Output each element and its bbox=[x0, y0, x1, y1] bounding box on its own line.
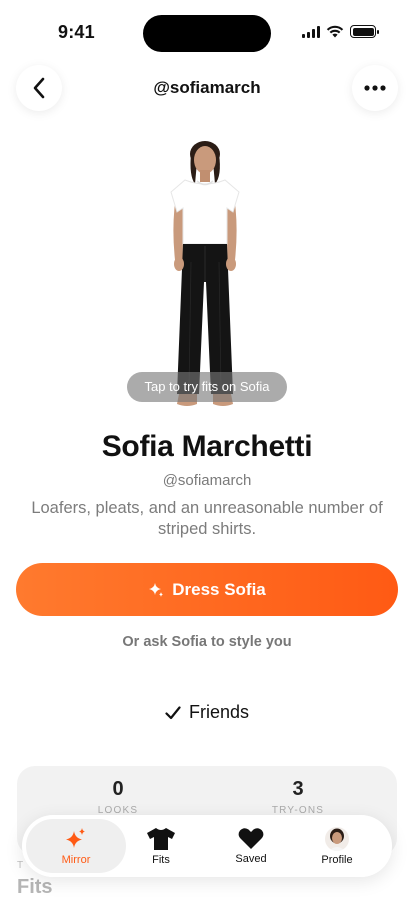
tab-mirror[interactable]: Mirror bbox=[26, 819, 126, 873]
dress-button-label: Dress Sofia bbox=[172, 579, 266, 599]
dynamic-island bbox=[143, 15, 271, 52]
avatar bbox=[325, 826, 349, 851]
sparkles-icon bbox=[66, 827, 85, 848]
profile-handle: @sofiamarch bbox=[162, 472, 252, 489]
avatar-card[interactable]: Tap to try fits on Sofia bbox=[105, 132, 309, 414]
status-icons bbox=[302, 25, 379, 38]
profile-bio: Loafers, pleats, and an unreasonable num… bbox=[31, 499, 383, 538]
tab-saved[interactable]: Saved bbox=[206, 819, 296, 873]
heart-icon bbox=[238, 828, 264, 849]
status-bar: 9:41 bbox=[0, 0, 414, 60]
stat-try-ons: 3 TRY-ONS bbox=[203, 778, 393, 816]
battery-icon bbox=[350, 25, 379, 38]
tab-bar: Mirror Fits Saved Profile bbox=[22, 815, 392, 877]
tab-label: Profile bbox=[321, 853, 353, 866]
profile-name: Sofia Marchetti bbox=[101, 430, 313, 463]
status-time: 9:41 bbox=[58, 22, 95, 42]
ask-style-link[interactable]: Or ask Sofia to style you bbox=[0, 634, 414, 650]
sparkles-icon bbox=[149, 582, 164, 597]
stat-looks: 0 LOOKS bbox=[23, 778, 213, 816]
checkmark-icon bbox=[165, 705, 181, 719]
section-kicker: T bbox=[17, 860, 25, 871]
stat-value: 3 bbox=[292, 778, 304, 800]
tab-label: Mirror bbox=[61, 853, 91, 866]
stat-value: 0 bbox=[112, 778, 124, 800]
tab-label: Fits bbox=[152, 853, 170, 866]
ellipsis-icon bbox=[364, 85, 386, 91]
more-options-button[interactable] bbox=[352, 65, 398, 111]
friends-label: Friends bbox=[188, 702, 250, 722]
tab-fits[interactable]: Fits bbox=[116, 819, 206, 873]
signal-icon bbox=[302, 25, 320, 38]
tshirt-icon bbox=[147, 827, 175, 850]
tab-label: Saved bbox=[235, 853, 267, 865]
try-fits-hint[interactable]: Tap to try fits on Sofia bbox=[127, 372, 287, 402]
wifi-icon bbox=[326, 25, 344, 38]
friends-button[interactable]: Friends bbox=[0, 702, 414, 723]
tab-profile[interactable]: Profile bbox=[292, 819, 382, 873]
section-title: Fits bbox=[17, 876, 53, 898]
dress-button[interactable]: Dress Sofia bbox=[16, 563, 398, 616]
